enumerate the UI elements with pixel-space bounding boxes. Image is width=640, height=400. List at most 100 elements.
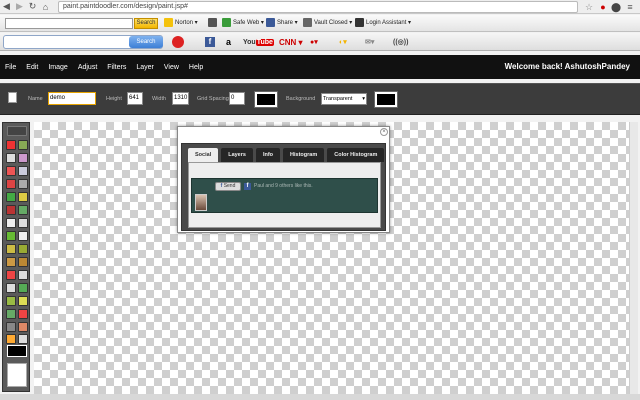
login-assistant-menu[interactable]: Login Assistant ▾ — [355, 18, 411, 29]
sharpen-tool-icon[interactable] — [18, 296, 28, 306]
horizontal-scrollbar[interactable] — [0, 394, 640, 400]
star-tool-icon[interactable] — [6, 334, 16, 344]
facebook-icon — [266, 18, 275, 27]
dialog-body: Social Layers Info Histogram Color Histo… — [181, 143, 386, 231]
menu-view[interactable]: View — [159, 64, 184, 71]
background-color-swatch[interactable] — [7, 363, 27, 387]
move-tool-icon[interactable] — [18, 140, 28, 150]
toolbar-search-button[interactable]: Search — [129, 36, 163, 48]
lock-icon — [303, 18, 312, 27]
extension-icon[interactable]: ● — [597, 1, 609, 13]
brush-tool-icon[interactable] — [18, 179, 28, 189]
reload-icon[interactable]: ↻ — [26, 1, 39, 13]
amazon-icon[interactable]: a — [226, 36, 231, 48]
menu-filters[interactable]: Filters — [102, 64, 131, 71]
note-tool-icon[interactable] — [18, 257, 28, 267]
gradient-tool-icon[interactable] — [6, 218, 16, 228]
menu-layer[interactable]: Layer — [131, 64, 159, 71]
width-field[interactable]: 1310 — [172, 92, 189, 105]
ebay-icon[interactable]: ●▾ — [310, 36, 318, 48]
home-icon[interactable]: ⌂ — [39, 1, 52, 13]
rotate-tool-icon[interactable] — [6, 322, 16, 332]
vault-menu[interactable]: Vault Closed ▾ — [303, 18, 352, 29]
burn-tool-icon[interactable] — [18, 309, 28, 319]
shape-tool-icon[interactable] — [6, 257, 16, 267]
menu-icon[interactable]: ≡ — [624, 1, 636, 13]
weather-icon[interactable]: ◐▾ — [339, 36, 347, 48]
eyedropper-tool-icon[interactable] — [6, 270, 16, 280]
norton-toolbar: Search Norton ▾ Safe Web ▾ Share ▾ Vault… — [0, 15, 640, 32]
menu-adjust[interactable]: Adjust — [73, 64, 102, 71]
height-label: Height — [106, 96, 122, 102]
wand-tool-icon[interactable] — [18, 153, 28, 163]
name-field[interactable]: demo — [48, 92, 96, 105]
select-tool-icon[interactable] — [6, 140, 16, 150]
extension-icon[interactable]: ⬤ — [610, 1, 622, 13]
mail-icon[interactable]: ✉▾ — [365, 36, 374, 48]
cnn-icon[interactable]: CNN ▾ — [279, 36, 303, 48]
flip-tool-icon[interactable] — [18, 322, 28, 332]
menu-image[interactable]: Image — [43, 64, 72, 71]
zoom-tool-icon[interactable] — [6, 283, 16, 293]
blur-tool-icon[interactable] — [18, 218, 28, 228]
hand-tool-icon[interactable] — [18, 270, 28, 280]
foreground-color-swatch[interactable] — [7, 345, 27, 357]
pen-tool-icon[interactable] — [18, 231, 28, 241]
tab-color-histogram[interactable]: Color Histogram — [327, 148, 385, 162]
grid-color-swatch[interactable] — [254, 91, 278, 108]
tab-info[interactable]: Info — [255, 148, 281, 162]
background-select[interactable]: Transparent ▾ — [321, 93, 367, 105]
forward-icon[interactable]: ▶ — [13, 1, 26, 13]
menu-edit[interactable]: Edit — [21, 64, 43, 71]
smudge-tool-icon[interactable] — [6, 296, 16, 306]
bookmark-star-icon[interactable]: ☆ — [583, 1, 595, 13]
social-panel: f Send f Paul and 9 others like this. — [191, 178, 378, 213]
path-tool-icon[interactable] — [18, 244, 28, 254]
youtube-icon[interactable]: You Tube — [243, 36, 274, 48]
facebook-icon: f — [220, 183, 223, 189]
tab-histogram[interactable]: Histogram — [283, 148, 325, 162]
send-button[interactable]: f Send — [215, 182, 241, 191]
menu-help[interactable]: Help — [184, 64, 208, 71]
norton-search-input[interactable] — [5, 18, 133, 29]
lasso-tool-icon[interactable] — [6, 153, 16, 163]
clone-tool-icon[interactable] — [18, 192, 28, 202]
text-tool-icon[interactable] — [6, 244, 16, 254]
tab-social[interactable]: Social — [188, 148, 219, 162]
facebook-icon: f — [244, 183, 251, 190]
grid-spacing-label: Grid Spacing — [197, 96, 229, 102]
pencil-tool-icon[interactable] — [6, 192, 16, 202]
close-icon[interactable]: × — [380, 128, 388, 136]
facebook-icon[interactable]: f — [205, 36, 215, 48]
logo-icon[interactable] — [172, 36, 184, 48]
radio-icon[interactable]: ((◎)) — [393, 36, 408, 48]
norton-menu[interactable]: Norton ▾ — [164, 18, 198, 29]
fill-tool-icon[interactable] — [18, 205, 28, 215]
crop-tool-icon[interactable] — [6, 166, 16, 176]
tool-palette — [2, 122, 30, 392]
home-icon — [208, 18, 217, 27]
key-icon — [355, 18, 364, 27]
dodge-tool-icon[interactable] — [6, 231, 16, 241]
icon-toolbar: Search f a You Tube CNN ▾ ●▾ ◐▾ ✉▾ ((◎)) — [0, 33, 640, 51]
home-button[interactable] — [208, 18, 219, 29]
vertical-scrollbar[interactable] — [629, 122, 638, 394]
back-icon[interactable]: ◀ — [0, 1, 13, 13]
slice-tool-icon[interactable] — [18, 166, 28, 176]
url-field[interactable]: paint.paintdoodler.com/design/paint.jsp# — [58, 1, 578, 13]
safe-web-menu[interactable]: Safe Web ▾ — [222, 18, 264, 29]
tab-layers[interactable]: Layers — [221, 148, 253, 162]
avatar — [195, 194, 207, 211]
heal-tool-icon[interactable] — [6, 179, 16, 189]
eraser-tool-icon[interactable] — [6, 205, 16, 215]
background-color-swatch[interactable] — [374, 91, 398, 108]
history-tool-icon[interactable] — [18, 334, 28, 344]
measure-tool-icon[interactable] — [18, 283, 28, 293]
new-document-icon[interactable] — [8, 92, 17, 103]
menu-file[interactable]: File — [0, 64, 21, 71]
height-field[interactable]: 641 — [127, 92, 143, 105]
share-menu[interactable]: Share ▾ — [266, 18, 298, 29]
norton-search-button[interactable]: Search — [134, 18, 158, 29]
sponge-tool-icon[interactable] — [6, 309, 16, 319]
grid-spacing-field[interactable]: 0 — [229, 92, 245, 105]
